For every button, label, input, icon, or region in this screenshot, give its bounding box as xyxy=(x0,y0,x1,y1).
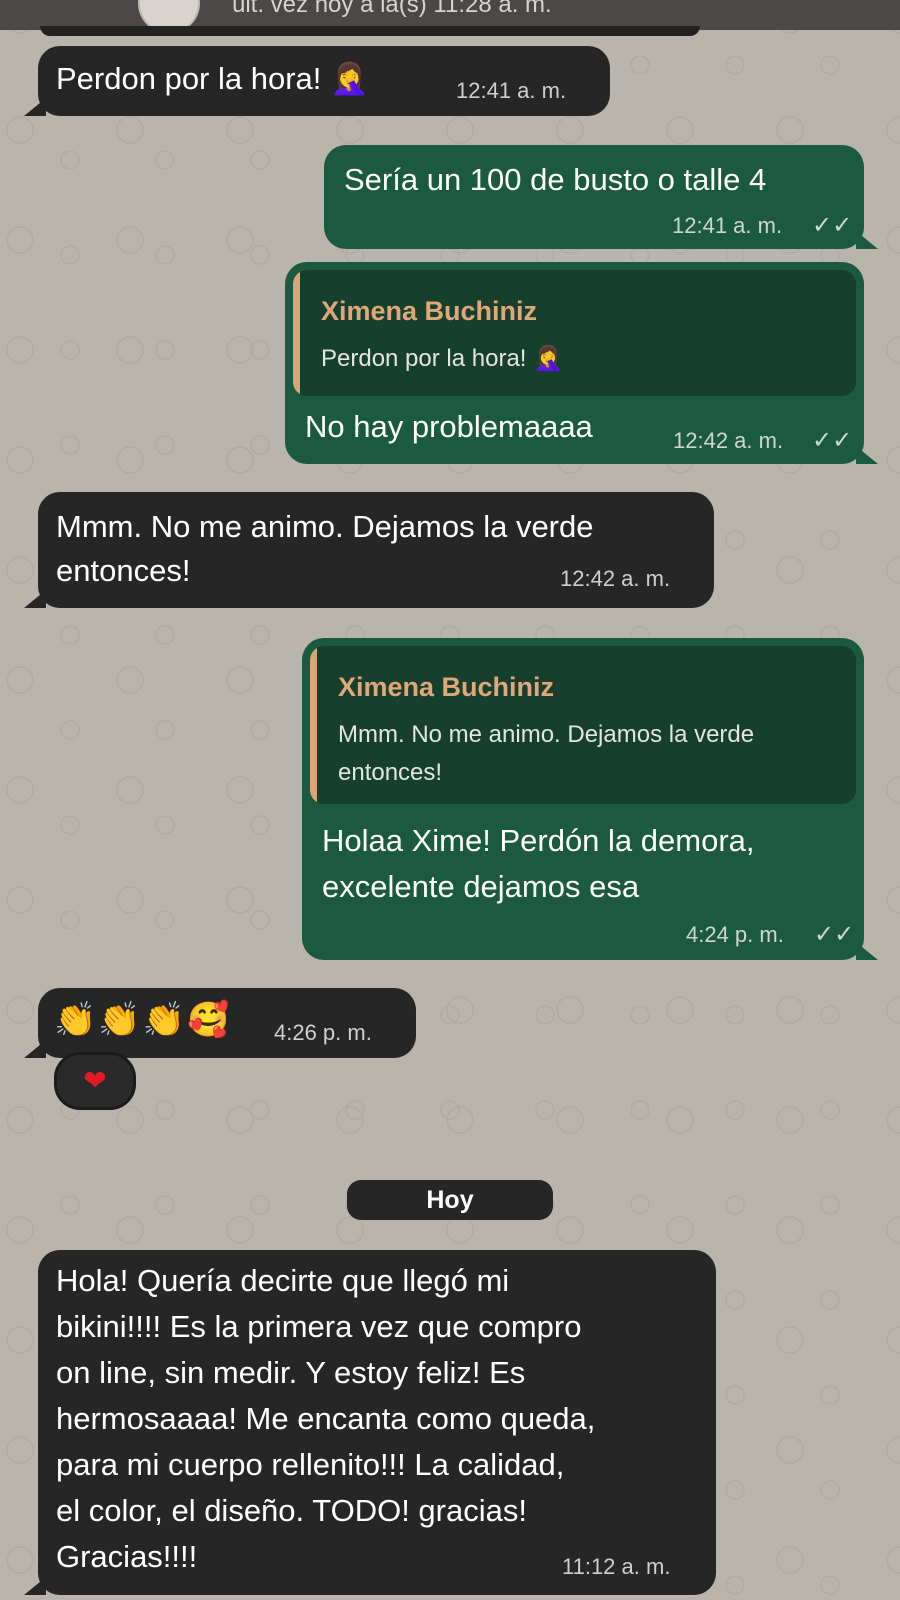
quoted-text-line: entonces! xyxy=(338,759,443,786)
message-outgoing-reply[interactable]: Ximena Buchiniz Mmm. No me animo. Dejamo… xyxy=(302,638,878,960)
message-incoming[interactable]: Mmm. No me animo. Dejamos la verde enton… xyxy=(24,492,714,608)
message-text-line: para mi cuerpo rellenito!!! La calidad, xyxy=(56,1447,565,1482)
read-ticks-icon: ✓✓ xyxy=(812,427,853,454)
facepalm-emoji-icon: 🤦‍♀️ xyxy=(330,61,369,96)
message-text-line: entonces! xyxy=(56,553,191,588)
quoted-author: Ximena Buchiniz xyxy=(321,296,538,326)
quote-accent-bar xyxy=(293,270,300,396)
message-text-line: Hola! Quería decirte que llegó mi xyxy=(56,1263,510,1298)
message-text-line: Holaa Xime! Perdón la demora, xyxy=(322,823,755,858)
message-time: 4:24 p. m. xyxy=(686,922,784,947)
quoted-text-line: Mmm. No me animo. Dejamos la verde xyxy=(338,721,755,748)
last-seen-status: últ. vez hoy a la(s) 11:28 a. m. xyxy=(232,0,552,18)
message-text: Perdon por la hora! xyxy=(56,61,322,96)
message-outgoing[interactable]: Sería un 100 de busto o talle 4 12:41 a.… xyxy=(324,145,878,249)
previous-message-edge xyxy=(40,26,700,36)
message-outgoing-reply[interactable]: Ximena Buchiniz Perdon por la hora! 🤦‍♀️… xyxy=(285,262,878,464)
message-time: 12:42 a. m. xyxy=(560,566,671,591)
emoji-message: 👏👏👏🥰 xyxy=(54,1001,232,1039)
message-incoming[interactable]: Perdon por la hora! 🤦‍♀️ 12:41 a. m. xyxy=(24,46,610,116)
quoted-message[interactable]: Ximena Buchiniz Mmm. No me animo. Dejamo… xyxy=(310,646,856,804)
quoted-message[interactable]: Ximena Buchiniz Perdon por la hora! 🤦‍♀️ xyxy=(293,270,856,396)
quoted-author: Ximena Buchiniz xyxy=(338,672,555,702)
message-text-line: el color, el diseño. TODO! gracias! xyxy=(56,1493,527,1528)
message-time: 12:42 a. m. xyxy=(673,428,784,453)
read-ticks-icon: ✓✓ xyxy=(814,921,855,948)
read-ticks-icon: ✓✓ xyxy=(812,212,853,239)
quoted-text: Perdon por la hora! xyxy=(321,345,527,372)
date-separator: Hoy xyxy=(347,1180,553,1220)
heart-reaction-icon[interactable]: ❤ xyxy=(54,1052,136,1110)
message-text-line: Gracias!!!! xyxy=(56,1539,198,1574)
message-text-line: bikini!!!! Es la primera vez que compro xyxy=(56,1309,582,1344)
message-text: Sería un 100 de busto o talle 4 xyxy=(344,162,767,197)
message-text-line: Mmm. No me animo. Dejamos la verde xyxy=(56,509,594,544)
message-incoming[interactable]: Hola! Quería decirte que llegó mi bikini… xyxy=(24,1250,716,1595)
message-text: No hay problemaaaa xyxy=(305,409,593,444)
quote-accent-bar xyxy=(310,646,317,804)
message-incoming[interactable]: 👏👏👏🥰 4:26 p. m. xyxy=(24,988,416,1058)
message-text-line: hermosaaaa! Me encanta como queda, xyxy=(56,1401,596,1436)
facepalm-emoji-icon: 🤦‍♀️ xyxy=(533,345,564,372)
message-time: 11:12 a. m. xyxy=(562,1554,671,1579)
message-text-line: on line, sin medir. Y estoy feliz! Es xyxy=(56,1355,526,1390)
message-time: 12:41 a. m. xyxy=(672,213,783,238)
message-text-line: excelente dejamos esa xyxy=(322,869,640,904)
message-time: 4:26 p. m. xyxy=(274,1020,372,1045)
message-time: 12:41 a. m. xyxy=(456,78,567,103)
